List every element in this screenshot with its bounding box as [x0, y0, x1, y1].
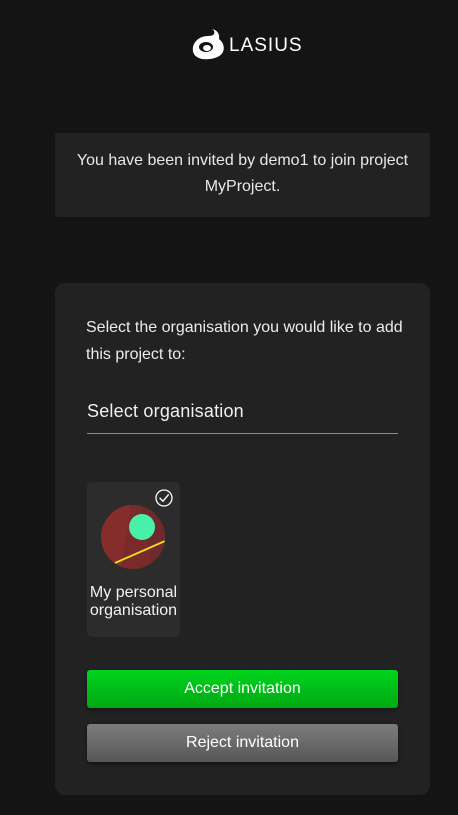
org-avatar-icon: [101, 505, 165, 569]
logo-wordmark: LASIUS: [229, 35, 303, 56]
organisation-select[interactable]: Select organisation: [87, 396, 398, 434]
invitation-page: LASIUS You have been invited by demo1 to…: [0, 0, 458, 815]
reject-invitation-button[interactable]: Reject invitation: [87, 724, 398, 762]
organisation-card: Select the organisation you would like t…: [55, 283, 430, 795]
invitation-text: You have been invited by demo1 to join p…: [76, 152, 409, 195]
organisation-name: My personal organisation: [89, 584, 178, 619]
accept-invitation-button[interactable]: Accept invitation: [87, 670, 398, 708]
select-organisation-label: Select organisation: [87, 401, 244, 421]
invitation-notice: You have been invited by demo1 to join p…: [55, 133, 430, 217]
app-logo: LASIUS: [190, 28, 303, 60]
organisation-tile[interactable]: My personal organisation: [87, 482, 180, 637]
organisation-prompt: Select the organisation you would like t…: [86, 319, 403, 363]
lasius-logo-icon: [192, 29, 224, 60]
